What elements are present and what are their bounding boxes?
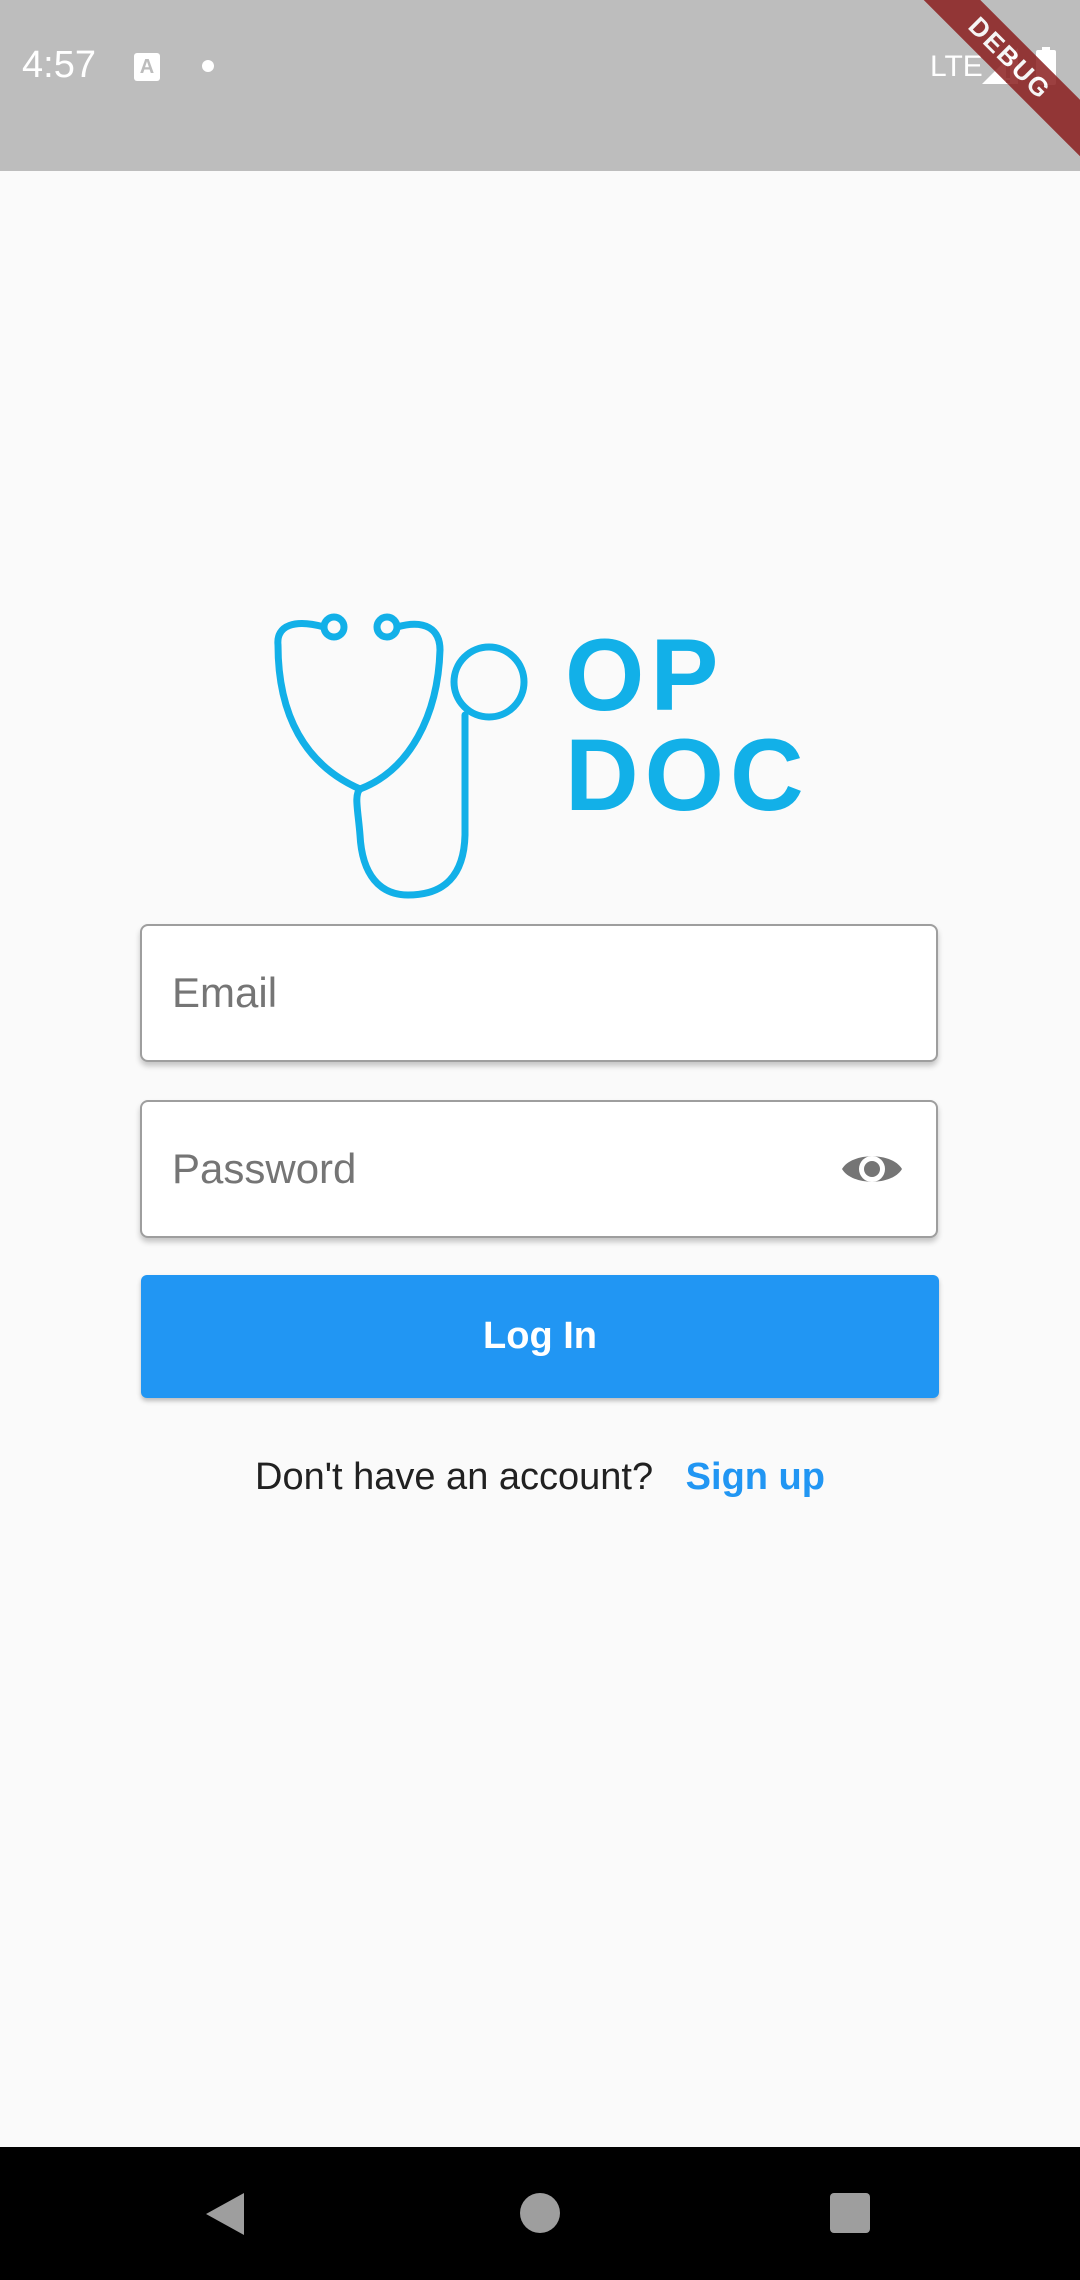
- logo-line-op: OP: [565, 618, 725, 732]
- back-icon[interactable]: [200, 2189, 250, 2239]
- recents-icon[interactable]: [830, 2193, 870, 2233]
- home-icon[interactable]: [520, 2193, 560, 2233]
- logo-line-doc: DOC: [565, 718, 810, 832]
- dot-icon: [202, 60, 214, 72]
- password-field-container: [140, 1100, 938, 1238]
- app-logo: OP DOC: [270, 605, 815, 905]
- login-button[interactable]: Log In: [141, 1275, 939, 1398]
- password-field[interactable]: [172, 1102, 772, 1236]
- login-screen: 4:57 A LTE DEBUG OP DOC Email Log In Don…: [0, 0, 1080, 2280]
- signup-prompt: Don't have an account?: [255, 1456, 654, 1498]
- debug-banner: DEBUG: [920, 0, 1080, 160]
- email-field[interactable]: [172, 926, 872, 1060]
- stethoscope-icon: [274, 613, 528, 899]
- email-field-container: [140, 924, 938, 1062]
- text-a-icon: A: [134, 53, 160, 81]
- signup-link[interactable]: Sign up: [686, 1456, 825, 1498]
- eye-icon[interactable]: [840, 1146, 904, 1192]
- debug-label: DEBUG: [920, 0, 1080, 160]
- signup-row: Don't have an account? Sign up: [0, 1456, 1080, 1499]
- status-time: 4:57: [22, 44, 96, 86]
- logo-wordmark: OP DOC: [565, 618, 810, 832]
- navigation-bar: [0, 2147, 1080, 2280]
- status-bar: 4:57 A LTE: [0, 0, 1080, 171]
